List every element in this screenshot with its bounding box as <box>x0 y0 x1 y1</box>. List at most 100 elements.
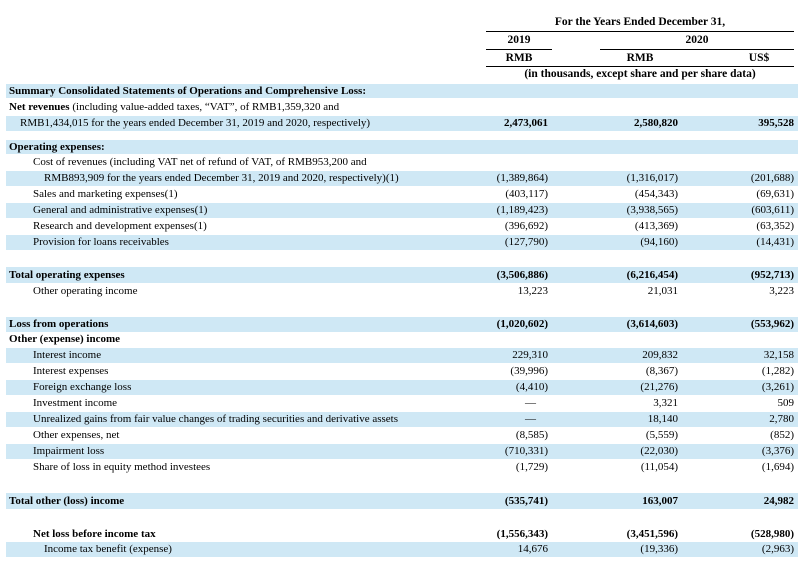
row-other-expense-income-heading: Other (expense) income <box>0 332 804 347</box>
row-label: Cost of revenues (including VAT net of r… <box>33 156 367 168</box>
value-2019: (39,996) <box>510 365 548 377</box>
value-usd: 24,982 <box>763 495 794 507</box>
row-label: Investment income <box>33 397 118 409</box>
value-usd: (14,431) <box>756 236 794 248</box>
value-usd: (553,962) <box>750 318 794 330</box>
value-2019: — <box>525 397 536 409</box>
value-2019: (1,556,343) <box>496 528 548 540</box>
value-usd: (69,631) <box>756 188 794 200</box>
value-2020: (454,343) <box>634 188 678 200</box>
row-label: Total other (loss) income <box>9 495 125 507</box>
value-2019: (396,692) <box>504 220 548 232</box>
value-usd: 2,780 <box>769 413 794 425</box>
value-2019: (1,189,423) <box>496 204 548 216</box>
row-label: Summary Consolidated Statements of Opera… <box>9 85 367 97</box>
value-usd: 3,223 <box>769 285 794 297</box>
period-title-underline <box>486 31 794 32</box>
row-label: Other operating income <box>33 285 138 297</box>
currency-usd-header: US$ <box>748 52 770 64</box>
row-unrealized-gains: Unrealized gains from fair value changes… <box>0 412 804 427</box>
value-2020: 3,321 <box>653 397 678 409</box>
value-2020: 21,031 <box>647 285 678 297</box>
row-total-operating-expenses: Total operating expenses (3,506,886) (6,… <box>0 268 804 283</box>
row-label: Interest income <box>33 349 102 361</box>
value-2020: (21,276) <box>640 381 678 393</box>
row-label: Foreign exchange loss <box>33 381 132 393</box>
row-label-suffix: (including value-added taxes, “VAT”, of … <box>69 101 340 113</box>
value-usd: (952,713) <box>750 269 794 281</box>
value-2020: (3,614,603) <box>626 318 678 330</box>
row-share-of-loss-equity: Share of loss in equity method investees… <box>0 460 804 475</box>
value-2020: (11,054) <box>640 461 678 473</box>
value-2019: 229,310 <box>512 349 548 361</box>
row-net-revenues-cont: RMB1,434,015 for the years ended Decembe… <box>0 116 804 131</box>
row-label: Sales and marketing expenses(1) <box>33 188 178 200</box>
value-usd: 509 <box>777 397 795 409</box>
row-cost-of-revenues-cont: RMB893,909 for the years ended December … <box>0 171 804 186</box>
row-provision-loans: Provision for loans receivables (127,790… <box>0 235 804 250</box>
value-2019: (710,331) <box>504 445 548 457</box>
value-usd: (3,261) <box>761 381 794 393</box>
value-2019: 13,223 <box>517 285 548 297</box>
value-usd: (3,376) <box>761 445 794 457</box>
value-2020: (94,160) <box>640 236 678 248</box>
value-2020: (5,559) <box>645 429 678 441</box>
value-2019: (1,020,602) <box>496 318 548 330</box>
value-2020: 2,580,820 <box>634 117 678 129</box>
year-2020-underline <box>600 49 794 50</box>
row-label: Impairment loss <box>33 445 105 457</box>
year-2020-header: 2020 <box>685 34 709 46</box>
value-usd: (2,963) <box>761 543 794 555</box>
row-label: Interest expenses <box>33 365 109 377</box>
value-2020: (22,030) <box>640 445 678 457</box>
value-usd: (201,688) <box>750 172 794 184</box>
row-other-operating-income: Other operating income 13,223 21,031 3,2… <box>0 284 804 299</box>
row-loss-from-operations: Loss from operations (1,020,602) (3,614,… <box>0 317 804 332</box>
row-cost-of-revenues: Cost of revenues (including VAT net of r… <box>0 155 804 170</box>
row-impairment-loss: Impairment loss (710,331) (22,030) (3,37… <box>0 444 804 459</box>
value-2020: 163,007 <box>642 495 678 507</box>
value-2019: — <box>525 413 536 425</box>
value-2019: (1,389,864) <box>496 172 548 184</box>
value-2020: (3,938,565) <box>626 204 678 216</box>
value-usd: (63,352) <box>756 220 794 232</box>
row-label: Total operating expenses <box>9 269 125 281</box>
value-2020: 209,832 <box>642 349 678 361</box>
value-usd: (1,282) <box>761 365 794 377</box>
value-usd: 32,158 <box>763 349 794 361</box>
value-usd: 395,528 <box>758 117 794 129</box>
row-other-expenses-net: Other expenses, net (8,585) (5,559) (852… <box>0 428 804 443</box>
value-2019: 14,676 <box>517 543 548 555</box>
row-label: Income tax benefit (expense) <box>44 543 172 555</box>
row-net-revenues: Net revenues (including value-added taxe… <box>0 100 804 115</box>
units-note: (in thousands, except share and per shar… <box>524 68 756 80</box>
value-2019: (3,506,886) <box>496 269 548 281</box>
row-label: Net revenues (including value-added taxe… <box>9 100 339 115</box>
currency-underline <box>486 66 794 67</box>
row-general-admin: General and administrative expenses(1) (… <box>0 203 804 218</box>
row-label: Share of loss in equity method investees <box>33 461 211 473</box>
value-2020: 18,140 <box>647 413 678 425</box>
row-research-development: Research and development expenses(1) (39… <box>0 219 804 234</box>
value-2019: (403,117) <box>505 188 548 200</box>
row-total-other-loss-income: Total other (loss) income (535,741) 163,… <box>0 494 804 509</box>
row-label: Other expenses, net <box>33 429 120 441</box>
year-2019-header: 2019 <box>507 34 531 46</box>
value-2019: 2,473,061 <box>504 117 548 129</box>
value-2019: (535,741) <box>504 495 548 507</box>
row-income-tax: Income tax benefit (expense) 14,676 (19,… <box>0 542 804 557</box>
value-2019: (1,729) <box>515 461 548 473</box>
row-label: RMB893,909 for the years ended December … <box>44 172 399 184</box>
row-label: Loss from operations <box>9 318 109 330</box>
row-label: RMB1,434,015 for the years ended Decembe… <box>20 117 371 129</box>
value-2020: (3,451,596) <box>626 528 678 540</box>
row-label: Research and development expenses(1) <box>33 220 207 232</box>
period-title: For the Years Ended December 31, <box>554 16 726 28</box>
value-2020: (413,369) <box>634 220 678 232</box>
row-label-bold: Net revenues <box>9 101 70 113</box>
value-2020: (8,367) <box>645 365 678 377</box>
row-net-loss-before-tax: Net loss before income tax (1,556,343) (… <box>0 527 804 542</box>
row-interest-income: Interest income 229,310 209,832 32,158 <box>0 348 804 363</box>
row-foreign-exchange-loss: Foreign exchange loss (4,410) (21,276) (… <box>0 380 804 395</box>
value-2019: (127,790) <box>504 236 548 248</box>
